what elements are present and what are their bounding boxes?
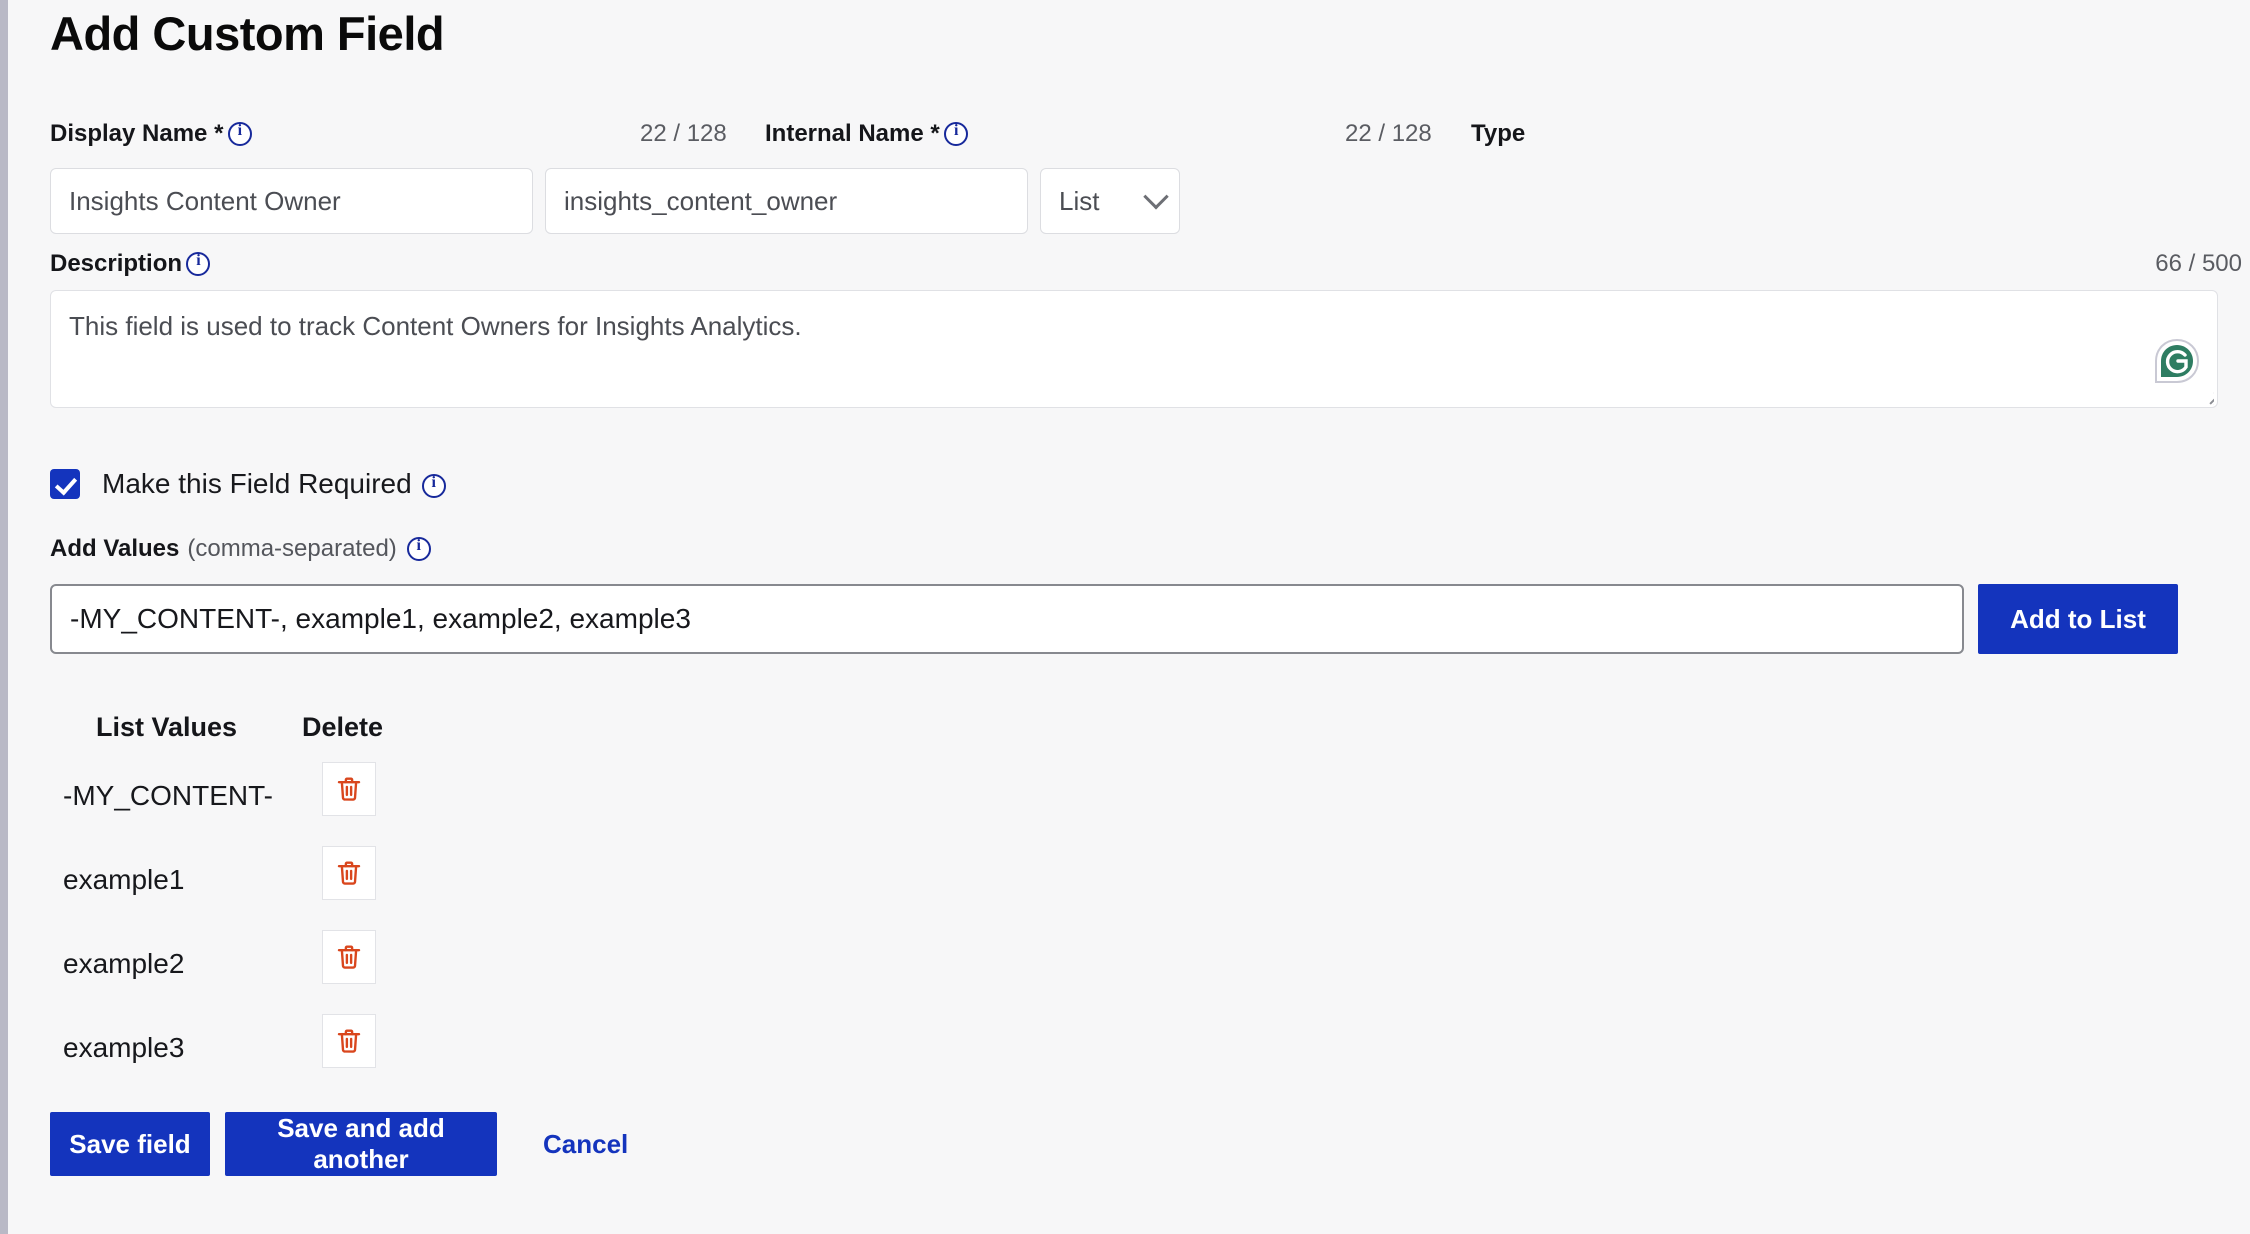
description-label-group: Description: [50, 250, 211, 278]
grammarly-icon[interactable]: [2153, 337, 2201, 385]
description-label: Description: [50, 250, 183, 277]
delete-header: Delete: [302, 712, 384, 742]
internal-name-counter: 22 / 128: [1345, 120, 1432, 147]
table-row: example2: [8, 928, 528, 1012]
type-label: Type: [1471, 120, 1526, 147]
add-values-input[interactable]: [50, 584, 1964, 654]
add-values-label-group: Add Values (comma-separated): [50, 535, 431, 563]
make-required-row[interactable]: Make this Field Required: [50, 468, 446, 500]
internal-name-info-icon[interactable]: [944, 122, 969, 146]
make-required-checkbox[interactable]: [50, 469, 80, 499]
add-values-info-icon[interactable]: [406, 537, 431, 561]
list-value: example2: [63, 948, 185, 979]
display-name-label: Display Name *: [50, 120, 224, 147]
list-value: example1: [63, 864, 185, 895]
add-custom-field-page: Add Custom Field Display Name * 22 / 128…: [0, 0, 2250, 1234]
trash-icon: [337, 777, 361, 801]
trash-icon: [337, 945, 361, 969]
trash-icon: [337, 861, 361, 885]
description-value: This field is used to track Content Owne…: [69, 311, 802, 341]
list-values-header: List Values: [96, 712, 238, 742]
table-row: example3: [8, 1012, 528, 1096]
type-select[interactable]: List: [1040, 168, 1180, 234]
delete-row-button[interactable]: [322, 930, 376, 984]
trash-icon: [337, 1029, 361, 1053]
delete-row-button[interactable]: [322, 1014, 376, 1068]
table-row: example1: [8, 844, 528, 928]
make-required-info-icon[interactable]: [421, 474, 446, 498]
type-select-value: List: [1059, 185, 1100, 216]
description-textarea[interactable]: This field is used to track Content Owne…: [50, 290, 2218, 408]
page-title: Add Custom Field: [50, 7, 445, 60]
cancel-button[interactable]: Cancel: [537, 1128, 634, 1161]
add-values-label: Add Values: [50, 535, 180, 562]
internal-name-label: Internal Name *: [765, 120, 940, 147]
internal-name-label-group: Internal Name *: [765, 120, 969, 148]
display-name-label-group: Display Name *: [50, 120, 252, 148]
save-field-button[interactable]: Save field: [50, 1112, 210, 1176]
add-to-list-button[interactable]: Add to List: [1978, 584, 2178, 654]
display-name-info-icon[interactable]: [227, 122, 252, 146]
resize-grip-icon[interactable]: [2192, 383, 2214, 405]
form-footer: Save field Save and add another Cancel: [50, 1112, 634, 1176]
delete-row-button[interactable]: [322, 846, 376, 900]
add-values-hint: (comma-separated): [187, 535, 397, 562]
display-name-input[interactable]: [50, 168, 533, 234]
make-required-label-group: Make this Field Required: [102, 468, 446, 500]
internal-name-input[interactable]: [545, 168, 1028, 234]
table-row: -MY_CONTENT-: [8, 760, 528, 844]
make-required-label: Make this Field Required: [102, 468, 412, 499]
list-values-table: -MY_CONTENT-example1 example2 example3: [8, 760, 528, 1096]
description-counter: 66 / 500: [2155, 250, 2242, 277]
description-info-icon[interactable]: [186, 252, 211, 276]
list-value: -MY_CONTENT-: [63, 780, 273, 811]
delete-row-button[interactable]: [322, 762, 376, 816]
display-name-counter: 22 / 128: [640, 120, 727, 147]
save-and-add-another-button[interactable]: Save and add another: [225, 1112, 497, 1176]
chevron-down-icon: [1143, 184, 1169, 210]
list-value: example3: [63, 1032, 185, 1063]
